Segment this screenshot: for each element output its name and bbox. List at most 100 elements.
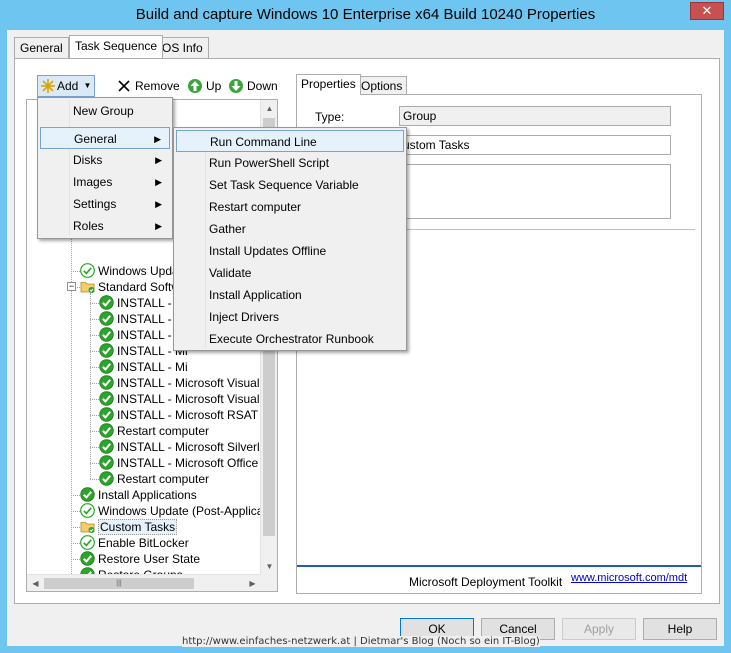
tree-guide-line <box>90 367 99 368</box>
check-icon <box>80 503 95 518</box>
submenu-item-label: Run PowerShell Script <box>209 156 330 170</box>
down-label: Down <box>247 79 278 93</box>
check-icon <box>80 551 95 566</box>
tree-guide-line <box>90 415 99 416</box>
scroll-left-icon[interactable]: ◀ <box>27 575 44 591</box>
tree-guide-line <box>71 543 80 544</box>
tree-item[interactable]: Restart computer <box>99 471 209 487</box>
check-icon <box>80 263 95 278</box>
tree-guide-line <box>90 383 99 384</box>
scroll-right-icon[interactable]: ▶ <box>244 575 261 591</box>
tree-item[interactable]: INSTALL - Microsoft Office 2013 I <box>99 455 277 471</box>
submenu-item-label: Validate <box>209 266 252 280</box>
tab-general[interactable]: General <box>14 37 69 58</box>
menu-item-roles[interactable]: Roles ▶ <box>40 215 170 237</box>
tree-item[interactable]: INSTALL - Mi <box>99 359 188 375</box>
scroll-corner <box>260 574 277 591</box>
tree-guide-line <box>90 319 99 320</box>
title-bar[interactable]: Build and capture Windows 10 Enterprise … <box>0 0 731 30</box>
check-icon <box>99 391 114 406</box>
check-icon <box>99 343 114 358</box>
submenu-item[interactable]: Install Updates Offline <box>176 240 404 262</box>
general-submenu: Run Command Line Run PowerShell Script Set… <box>173 127 407 351</box>
tree-item[interactable]: Enable BitLocker <box>80 535 189 551</box>
submenu-item-label: Set Task Sequence Variable <box>209 178 359 192</box>
menu-item-new-group[interactable]: New Group <box>40 100 170 122</box>
name-field[interactable]: ustom Tasks <box>399 135 671 155</box>
collapse-icon[interactable]: − <box>67 282 76 291</box>
tree-horizontal-scrollbar[interactable]: ◀ ||| ▶ <box>27 574 261 591</box>
tree-item[interactable]: Install Applications <box>80 487 197 503</box>
tree-item[interactable]: INSTALL - Microsoft RSAT for Wi <box>99 407 277 423</box>
tree-item[interactable]: Restart computer <box>99 423 209 439</box>
check-icon <box>99 455 114 470</box>
submenu-arrow-icon: ▶ <box>154 134 161 144</box>
submenu-item[interactable]: Run Command Line <box>176 130 404 152</box>
scroll-down-icon[interactable]: ▼ <box>261 558 277 575</box>
tree-item[interactable]: INSTALL - Microsoft Visual C++ 2 <box>99 375 277 391</box>
tree-item[interactable]: Custom Tasks <box>80 519 178 535</box>
sparkle-icon <box>41 79 55 93</box>
tree-item-label: Restore User State <box>98 552 201 566</box>
tab-task-sequence[interactable]: Task Sequence <box>69 35 164 58</box>
menu-item-label: Roles <box>73 219 104 233</box>
remove-button[interactable]: Remove <box>116 77 180 95</box>
submenu-item[interactable]: Validate <box>176 262 404 284</box>
check-icon <box>99 423 114 438</box>
tree-item-label: Custom Tasks <box>98 519 178 535</box>
submenu-item[interactable]: Set Task Sequence Variable <box>176 174 404 196</box>
tab-options[interactable]: Options <box>356 76 408 95</box>
menu-item-images[interactable]: Images ▶ <box>40 171 170 193</box>
tree-guide-line <box>90 335 99 336</box>
tree-guide-line <box>71 559 80 560</box>
task-sequence-toolbar: Add ▼ Remove Up Down <box>25 75 278 97</box>
submenu-item[interactable]: Install Application <box>176 284 404 306</box>
tab-os-info[interactable]: OS Info <box>156 37 209 58</box>
check-icon <box>99 327 114 342</box>
submenu-item-label: Restart computer <box>209 200 302 214</box>
tree-item[interactable]: Restore User State <box>80 551 200 567</box>
tree-item[interactable]: INSTALL - Microsoft Silverlight 5.1 <box>99 439 278 455</box>
submenu-arrow-icon: ▶ <box>155 221 162 231</box>
description-field[interactable] <box>399 164 671 219</box>
tree-guide-line <box>71 495 80 496</box>
mdt-footer: Microsoft Deployment Toolkit www.microso… <box>297 565 701 593</box>
tree-guide-line <box>90 351 99 352</box>
tree-item-label: INSTALL - Microsoft Silverlight 5.1 <box>117 440 278 454</box>
up-button[interactable]: Up <box>187 77 221 95</box>
submenu-item[interactable]: Run PowerShell Script <box>176 152 404 174</box>
tree-guide-line <box>71 591 80 592</box>
submenu-item[interactable]: Gather <box>176 218 404 240</box>
arrow-up-icon <box>188 79 202 93</box>
properties-window: Build and capture Windows 10 Enterprise … <box>0 0 731 653</box>
scroll-up-icon[interactable]: ▲ <box>261 100 277 117</box>
submenu-item-label: Gather <box>209 222 246 236</box>
up-label: Up <box>206 79 222 93</box>
submenu-item[interactable]: Inject Drivers <box>176 306 404 328</box>
type-field: Group <box>399 106 671 126</box>
close-button[interactable]: ✕ <box>690 2 724 20</box>
tree-item[interactable]: Windows Update (Post-Application Ins <box>80 503 278 519</box>
submenu-item[interactable]: Restart computer <box>176 196 404 218</box>
check-icon <box>99 439 114 454</box>
tree-item[interactable]: INSTALL - Microsoft Visual C++ 20 <box>99 391 277 407</box>
tree-item-label: Windows Update (Post-Application Ins <box>98 504 278 518</box>
add-button[interactable]: Add ▼ <box>37 75 96 97</box>
check-icon <box>99 295 114 310</box>
help-button[interactable]: Help <box>643 618 717 640</box>
window-title: Build and capture Windows 10 Enterprise … <box>135 6 596 23</box>
h-scroll-thumb[interactable]: ||| <box>44 578 194 589</box>
submenu-item[interactable]: Execute Orchestrator Runbook <box>176 328 404 350</box>
tree-guide-line <box>90 293 91 479</box>
menu-item-general[interactable]: General ▶ <box>40 127 170 149</box>
check-icon <box>99 407 114 422</box>
menu-item-disks[interactable]: Disks ▶ <box>40 149 170 171</box>
apply-button: Apply <box>562 618 636 640</box>
check-icon <box>80 487 95 502</box>
down-button[interactable]: Down <box>228 77 278 95</box>
menu-item-settings[interactable]: Settings ▶ <box>40 193 170 215</box>
mdt-link[interactable]: www.microsoft.com/mdt <box>571 572 687 584</box>
tab-properties[interactable]: Properties <box>296 74 361 95</box>
submenu-arrow-icon: ▶ <box>155 155 162 165</box>
submenu-item-label: Run Command Line <box>210 135 317 149</box>
